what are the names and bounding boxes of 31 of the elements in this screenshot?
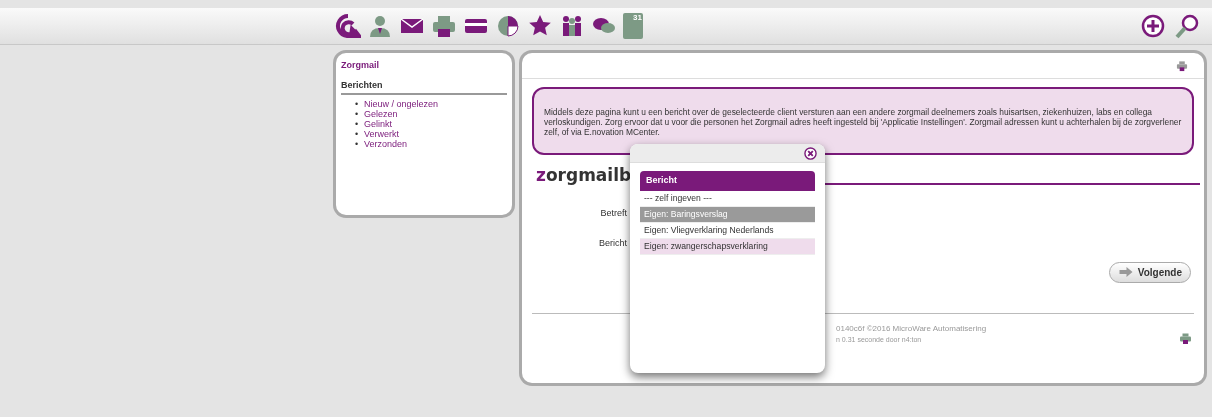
field-label: Bericht — [598, 237, 627, 250]
printer-icon[interactable] — [1176, 59, 1188, 72]
footer-text: 0140c6f ©2016 MicroWare Automatisering — [836, 322, 987, 335]
sidebar-link[interactable]: Gelinkt — [364, 119, 392, 129]
add-icon[interactable] — [1140, 13, 1166, 39]
list-header: Bericht — [640, 171, 815, 191]
close-icon[interactable] — [804, 146, 817, 160]
sidebar-link[interactable]: Gelezen — [364, 109, 398, 119]
bullet-mark: • — [355, 139, 360, 149]
sidebar-link[interactable]: Nieuw / ongelezen — [364, 99, 439, 109]
calendar-day: 31 — [633, 13, 642, 22]
info-message: Middels deze pagina kunt u een bericht over de geselecteerde client versturen aan een andere zorgmail deelnemers zoals huisartsen, ziekenhuizen, labs en collega verloskundigen. Zorg ervoor dat u voor die personen het Zorgmail adres heeft ingesteld bij 'Applicatie Instellingen'. Zorgmail adressen kunt u achterhalen bij de zorgverlener zelf, of via E.novation MCenter. — [532, 87, 1194, 155]
page-heading: zorgmailb — [536, 164, 632, 187]
list-option[interactable]: Eigen: Vliegverklaring Nederlands — [640, 222, 815, 239]
sidebar-title: Zorgmail — [341, 59, 380, 72]
section-heading: Berichten — [341, 78, 507, 95]
pie-chart-icon[interactable] — [495, 13, 521, 39]
field-label: Betreft — [599, 206, 627, 220]
list-option[interactable]: --- zelf ingeven --- — [640, 190, 815, 207]
printer-icon[interactable] — [1179, 332, 1192, 345]
bullet-mark: • — [355, 109, 360, 119]
printer-icon[interactable] — [431, 13, 457, 39]
sidebar-link[interactable]: Verwerkt — [364, 129, 399, 139]
sidebar-link[interactable]: Verzonden — [364, 139, 408, 149]
bullet-mark: • — [355, 119, 360, 129]
bullet-mark: • — [355, 99, 360, 109]
person-icon[interactable] — [367, 13, 393, 39]
arrow-icon[interactable] — [1117, 266, 1134, 278]
search-icon[interactable] — [1174, 13, 1200, 39]
bullet-mark: • — [355, 129, 360, 139]
next-button[interactable]: Volgende — [1108, 261, 1191, 283]
